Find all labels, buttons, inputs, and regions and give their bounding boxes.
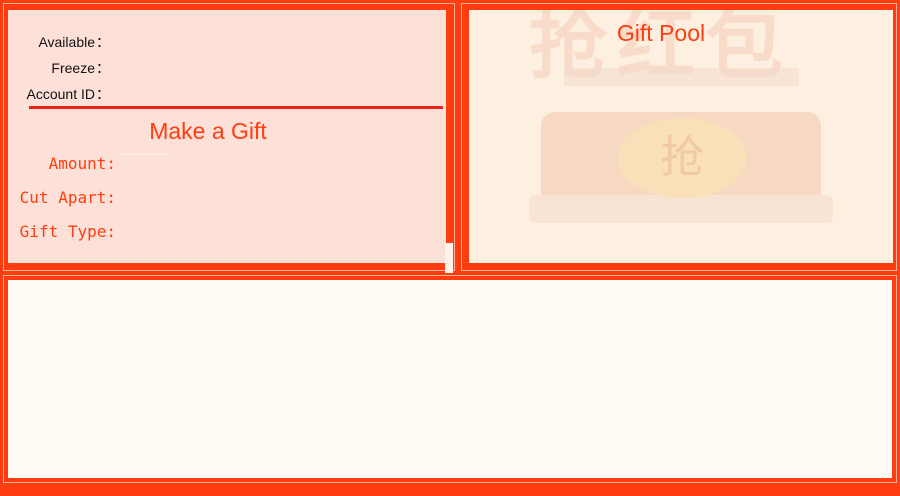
cut-apart-label: Cut Apart:	[19, 188, 116, 207]
coin-watermark-icon: 抢	[617, 118, 747, 198]
account-id-label: Account ID：	[26, 86, 110, 102]
make-gift-title: Make a Gift	[149, 118, 267, 144]
watermark-stand	[564, 68, 799, 86]
gift-list-panel	[8, 280, 892, 478]
available-label: Available：	[38, 34, 110, 50]
divider	[29, 106, 443, 109]
freeze-label: Freeze：	[51, 60, 110, 76]
gift-pool-panel: 抢红包 抢 Gift Pool	[469, 10, 893, 263]
panel-scroll-strip	[445, 243, 453, 273]
account-panel: Available： Freeze： Account ID： Make a Gi…	[8, 10, 453, 273]
envelope-flap	[529, 195, 833, 223]
gift-type-label: Gift Type:	[19, 222, 116, 241]
amount-field[interactable]	[120, 154, 170, 155]
amount-label: Amount:	[48, 154, 116, 173]
gift-pool-title: Gift Pool	[616, 20, 706, 46]
